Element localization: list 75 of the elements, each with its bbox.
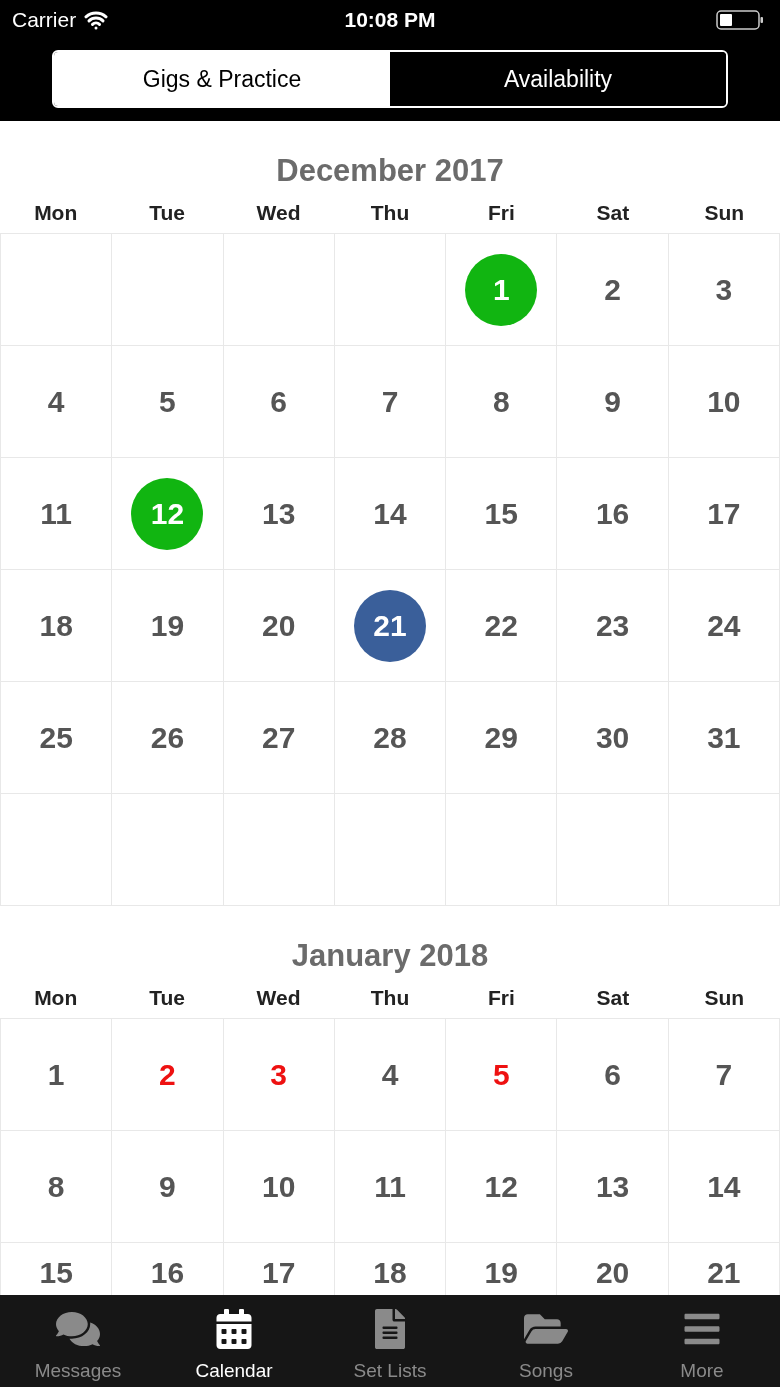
day-number[interactable]: 17	[262, 1250, 296, 1295]
day-number[interactable]: 13	[262, 491, 296, 536]
day-number[interactable]: 6	[270, 379, 288, 424]
weekday-label: Fri	[487, 985, 516, 1012]
weekday-label: Sat	[595, 985, 631, 1012]
day-number[interactable]: 17	[707, 491, 741, 536]
weekday-label: Thu	[369, 200, 411, 227]
day-number[interactable]: 3	[270, 1052, 288, 1097]
month-title: January 2018	[291, 936, 489, 975]
day-number[interactable]: 19	[150, 603, 185, 648]
day-number[interactable]: 30	[595, 715, 630, 760]
day-number[interactable]: 9	[159, 1164, 176, 1209]
day-number[interactable]: 10	[262, 1164, 296, 1209]
weekday-label: Tue	[148, 985, 186, 1012]
day-number[interactable]: 19	[484, 1250, 518, 1295]
day-number[interactable]: 14	[707, 1164, 741, 1209]
day-number[interactable]: 20	[595, 1250, 630, 1295]
day-number[interactable]: 14	[373, 491, 407, 536]
day-number[interactable]: 7	[715, 1052, 733, 1097]
day-number[interactable]: 12	[484, 1164, 518, 1209]
weekday-label: Fri	[487, 200, 516, 227]
day-number[interactable]: 4	[381, 1052, 399, 1097]
day-number[interactable]: 6	[604, 1052, 621, 1097]
day-number[interactable]: 18	[373, 1250, 407, 1295]
day-number[interactable]: 5	[159, 379, 176, 424]
day-number[interactable]: 16	[595, 491, 630, 536]
day-number[interactable]: 27	[262, 715, 296, 760]
day-number[interactable]: 11	[374, 1164, 406, 1209]
day-number[interactable]: 4	[47, 379, 65, 424]
month-title: December 2017	[276, 151, 504, 190]
day-number[interactable]: 25	[39, 715, 73, 760]
day-number[interactable]: 9	[604, 379, 621, 424]
weekday-label: Sun	[703, 985, 746, 1012]
carrier-label: Carrier	[12, 7, 77, 34]
tab-bar-item[interactable]: Songs	[468, 1295, 624, 1387]
tab-bar-item[interactable]: Set Lists	[312, 1295, 468, 1387]
day-number[interactable]: 26	[150, 715, 185, 760]
weekday-label: Wed	[255, 200, 302, 227]
weekday-label: Thu	[369, 985, 411, 1012]
day-number[interactable]: 11	[40, 491, 72, 536]
day-number[interactable]: 15	[484, 491, 518, 536]
day-number[interactable]: 15	[39, 1250, 73, 1295]
day-number[interactable]: 5	[492, 1052, 510, 1097]
day-number[interactable]: 31	[707, 715, 741, 760]
weekday-label: Wed	[255, 985, 302, 1012]
day-number[interactable]: 3	[715, 267, 733, 312]
day-number[interactable]: 29	[484, 715, 518, 760]
day-marker[interactable]: 21	[354, 589, 426, 662]
segment-tab[interactable]: Gigs & Practice	[54, 52, 390, 106]
day-number[interactable]: 20	[262, 603, 296, 648]
day-number[interactable]: 8	[492, 379, 510, 424]
day-number[interactable]: 23	[595, 603, 630, 648]
day-number[interactable]: 22	[484, 603, 518, 648]
weekday-label: Tue	[148, 200, 186, 227]
day-number[interactable]: 8	[47, 1164, 65, 1209]
tab-bar-item[interactable]: Messages	[0, 1295, 156, 1387]
day-number[interactable]: 1	[47, 1052, 65, 1097]
weekday-label: Sat	[595, 200, 631, 227]
day-number[interactable]: 16	[150, 1250, 185, 1295]
day-number[interactable]: 21	[707, 1250, 741, 1295]
day-number[interactable]: 2	[159, 1052, 176, 1097]
tab-bar-item[interactable]: More	[624, 1295, 780, 1387]
day-number[interactable]: 24	[707, 603, 741, 648]
day-number[interactable]: 7	[381, 379, 399, 424]
tab-bar-item[interactable]: Calendar	[156, 1295, 312, 1387]
status-time: 10:08 PM	[344, 7, 436, 34]
day-number[interactable]: 10	[707, 379, 741, 424]
day-number[interactable]: 18	[39, 603, 73, 648]
weekday-label: Mon	[33, 985, 79, 1012]
day-number[interactable]: 2	[604, 267, 621, 312]
day-number[interactable]: 28	[373, 715, 407, 760]
battery-icon	[716, 10, 764, 30]
weekday-label: Sun	[703, 200, 746, 227]
weekday-label: Mon	[33, 200, 79, 227]
day-number[interactable]: 13	[595, 1164, 630, 1209]
